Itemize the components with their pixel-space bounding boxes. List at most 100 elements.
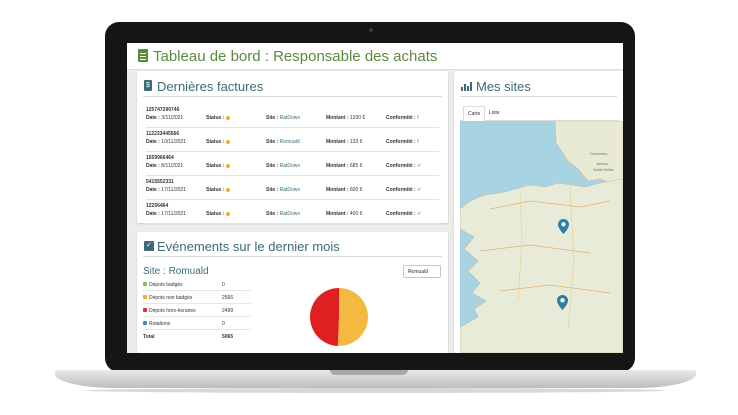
camera <box>369 28 373 32</box>
invoice-row[interactable]: 5415552331 Date : 17/11/2021 Status : Site… <box>146 177 439 200</box>
event-label: Dépots non badgés <box>149 295 193 301</box>
document-icon <box>138 49 148 62</box>
calendar-check-icon <box>144 241 154 251</box>
invoice-compliance: Conformité : ! <box>386 139 419 145</box>
exclamation-icon: ! <box>417 115 419 121</box>
invoice-id: 5415552331 <box>146 179 174 185</box>
event-row: Dépots hors-horaires 2499 <box>143 304 251 317</box>
screen: Tableau de bord : Responsable des achats… <box>127 43 623 353</box>
pie-slice-non-badges <box>337 288 369 346</box>
map-pin-icon[interactable] <box>557 295 568 310</box>
event-total-row: Total 5065 <box>143 330 251 342</box>
site-title: Site : Romuald <box>143 266 209 277</box>
events-panel: Evénements sur le dernier mois Site : Ro… <box>137 232 448 353</box>
invoice-status: Status : <box>206 115 230 121</box>
invoice-site: Site : RatDown <box>266 187 301 193</box>
total-value: 5065 <box>222 334 234 340</box>
sites-tabs: Carte Liste <box>460 104 620 122</box>
invoice-row[interactable]: 125747290746 Date : 3/11/2021 Status : Sit… <box>146 105 439 128</box>
invoice-site: Site : RatDown <box>266 163 301 169</box>
sites-title: Mes sites <box>476 79 531 94</box>
legend-swatch <box>143 321 147 325</box>
invoice-amount: Montant : 685 € <box>326 163 363 169</box>
invoice-row[interactable]: 112233445566 Date : 10/11/2021 Status : Si… <box>146 129 439 152</box>
invoice-date: Date : 8/11/2021 <box>146 163 184 169</box>
map-label-saint-helier: Saint-Helier <box>593 167 614 172</box>
event-label: Dépots badgés <box>149 282 183 288</box>
map-label-guernsey: Guernsey <box>590 151 608 156</box>
invoice-date: Date : 10/11/2021 <box>146 139 186 145</box>
tab-liste[interactable]: Liste <box>485 106 504 120</box>
invoice-compliance: Conformité : ✓ <box>386 163 422 169</box>
status-dot-icon <box>225 139 230 144</box>
status-dot-icon <box>225 163 230 168</box>
invoice-site-link[interactable]: RatDown <box>280 211 301 217</box>
sites-map[interactable]: Guernsey Jersey Saint-Helier <box>460 121 623 353</box>
events-pie-chart <box>310 288 369 346</box>
invoices-panel: $ Dernières factures 125747290746 Date : … <box>137 71 448 224</box>
invoice-id: 112233445566 <box>146 131 180 137</box>
invoice-compliance: Conformité : ! <box>386 115 419 121</box>
event-row: Dépots badgés 0 <box>143 278 251 291</box>
invoice-amount: Montant : 1200 € <box>326 115 366 121</box>
divider <box>143 96 442 97</box>
status-dot-icon <box>225 211 230 216</box>
page-header: Tableau de bord : Responsable des achats <box>127 43 623 70</box>
invoice-id: 1559966464 <box>146 155 174 161</box>
invoice-icon: $ <box>144 80 152 91</box>
area-chart-icon <box>461 81 472 91</box>
event-value: 2566 <box>222 295 234 301</box>
invoice-status: Status : <box>206 163 230 169</box>
status-dot-icon <box>225 187 230 192</box>
legend-swatch <box>143 308 147 312</box>
events-title: Evénements sur le dernier mois <box>157 239 340 254</box>
sites-panel: Mes sites Carte Liste Guernsey Jersey Sa… <box>454 71 623 353</box>
check-icon: ✓ <box>417 163 422 169</box>
divider <box>143 256 442 257</box>
laptop-notch <box>330 370 408 375</box>
invoice-row[interactable]: 12256464 Date : 17/11/2021 Status : Site :… <box>146 201 439 224</box>
event-value: 2499 <box>222 308 234 314</box>
invoice-amount: Montant : 133 € <box>326 139 363 145</box>
invoice-row[interactable]: 1559966464 Date : 8/11/2021 Status : Site … <box>146 153 439 176</box>
invoice-status: Status : <box>206 139 230 145</box>
legend-swatch <box>143 295 147 299</box>
invoice-site: Site : RatDown <box>266 115 301 121</box>
invoice-compliance: Conformité : ✓ <box>386 187 422 193</box>
event-value: 0 <box>222 321 225 327</box>
event-value: 0 <box>222 282 225 288</box>
check-icon: ✓ <box>417 211 422 217</box>
legend-swatch <box>143 282 147 286</box>
divider <box>460 96 617 97</box>
event-label: Dépots hors-horaires <box>149 308 196 314</box>
invoice-amount: Montant : 600 € <box>326 187 363 193</box>
invoice-site-link[interactable]: RatDown <box>280 163 301 169</box>
invoice-site: Site : Romuald <box>266 139 300 145</box>
invoice-status: Status : <box>206 187 230 193</box>
site-select[interactable]: Romuald ⌄ <box>403 265 441 278</box>
invoice-amount: Montant : 400 € <box>326 211 363 217</box>
pie-slice-hors-horaires <box>310 288 339 346</box>
invoice-id: 125747290746 <box>146 107 180 113</box>
invoice-date: Date : 17/11/2021 <box>146 187 186 193</box>
check-icon: ✓ <box>417 187 422 193</box>
map-pin-icon[interactable] <box>558 219 569 234</box>
invoice-site: Site : RatDown <box>266 211 301 217</box>
laptop-shadow <box>85 388 665 393</box>
invoice-date: Date : 17/11/2021 <box>146 211 186 217</box>
invoice-site-link[interactable]: Romuald <box>280 139 300 145</box>
event-label: Rotations <box>149 321 171 327</box>
invoice-id: 12256464 <box>146 203 169 209</box>
chevron-down-icon: ⌄ <box>408 268 414 274</box>
status-dot-icon <box>225 115 230 120</box>
invoice-status: Status : <box>206 211 230 217</box>
invoice-site-link[interactable]: RatDown <box>280 187 301 193</box>
invoice-site-link[interactable]: RatDown <box>280 115 301 121</box>
total-label: Total <box>143 334 155 340</box>
exclamation-icon: ! <box>417 139 419 145</box>
event-row: Rotations 0 <box>143 317 251 330</box>
invoice-compliance: Conformité : ✓ <box>386 211 422 217</box>
map-label-jersey: Jersey <box>596 161 608 166</box>
tab-carte[interactable]: Carte <box>463 106 486 122</box>
invoices-title: Dernières factures <box>157 79 264 94</box>
